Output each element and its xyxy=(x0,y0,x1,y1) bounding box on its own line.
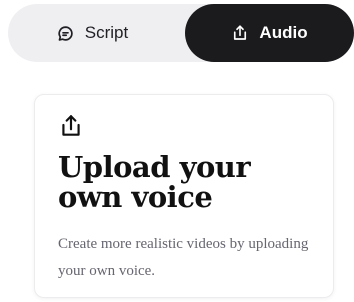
tab-audio[interactable]: Audio xyxy=(185,4,354,62)
tab-audio-label: Audio xyxy=(259,23,308,42)
card-title: Upload your own voice xyxy=(58,150,251,214)
upload-icon xyxy=(231,24,249,42)
mode-tabs: Script Audio xyxy=(8,4,354,62)
tab-script[interactable]: Script xyxy=(8,4,185,62)
upload-voice-card[interactable]: Upload your own voice Create more realis… xyxy=(34,94,334,298)
chat-bubble-icon xyxy=(57,24,75,42)
upload-icon xyxy=(58,113,84,139)
tab-script-label: Script xyxy=(84,23,129,42)
card-description: Create more realistic videos by uploadin… xyxy=(58,236,309,279)
